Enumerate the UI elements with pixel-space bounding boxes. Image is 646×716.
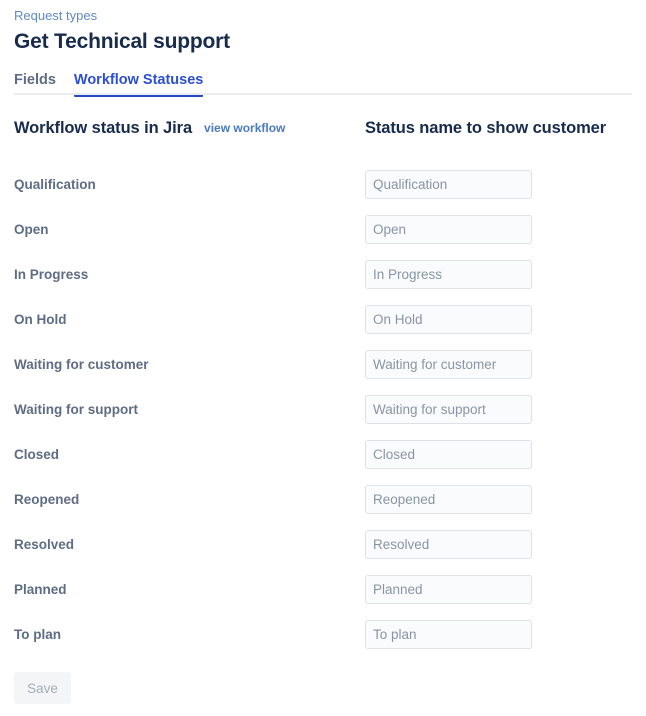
customer-status-name-input[interactable] [365,530,532,559]
customer-status-cell [365,305,632,334]
status-row-list: Qualification Open In Progress On Hold Waiti… [14,162,632,657]
column-header-customer-status-name: Status name to show customer [365,119,607,137]
status-row: Waiting for support [14,387,632,432]
customer-status-cell [365,395,632,424]
status-row: Waiting for customer [14,342,632,387]
jira-status-label: Qualification [14,176,96,192]
status-row: On Hold [14,297,632,342]
jira-status-label: Waiting for customer [14,356,149,372]
customer-status-cell [365,575,632,604]
jira-status-label: Resolved [14,536,75,552]
customer-status-cell [365,530,632,559]
jira-status-label: Closed [14,446,60,462]
status-row: To plan [14,612,632,657]
jira-status-label: Planned [14,581,67,597]
jira-status-label: Open [14,221,49,237]
workflow-status-table: Workflow status in Jira view workflow St… [14,119,632,657]
breadcrumb: Request types [14,0,632,24]
table-header-row: Workflow status in Jira view workflow St… [14,119,632,145]
status-row: Closed [14,432,632,477]
column-header-workflow-status: Workflow status in Jira [14,119,193,137]
jira-status-label: Reopened [14,491,80,507]
customer-status-name-input[interactable] [365,350,532,379]
customer-status-name-input[interactable] [365,215,532,244]
customer-status-cell [365,440,632,469]
status-row: Qualification [14,162,632,207]
form-actions: Save [14,672,632,704]
jira-status-label: Waiting for support [14,401,138,417]
customer-status-cell [365,620,632,649]
customer-status-cell [365,350,632,379]
status-row: Resolved [14,522,632,567]
status-row: Open [14,207,632,252]
workflow-statuses-page: Request types Get Technical support Fiel… [0,0,646,716]
customer-status-name-input[interactable] [365,170,532,199]
status-row: Reopened [14,477,632,522]
save-button[interactable]: Save [14,672,71,704]
customer-status-cell [365,170,632,199]
breadcrumb-link-request-types[interactable]: Request types [14,8,97,23]
table-header-right: Status name to show customer [365,119,632,138]
customer-status-name-input[interactable] [365,575,532,604]
tab-divider [14,93,632,95]
customer-status-cell [365,215,632,244]
customer-status-name-input[interactable] [365,440,532,469]
customer-status-name-input[interactable] [365,305,532,334]
customer-status-cell [365,485,632,514]
customer-status-name-input[interactable] [365,260,532,289]
jira-status-label: On Hold [14,311,67,327]
table-header-left: Workflow status in Jira view workflow [14,119,365,138]
status-row: In Progress [14,252,632,297]
customer-status-cell [365,260,632,289]
jira-status-label: To plan [14,626,61,642]
customer-status-name-input[interactable] [365,620,532,649]
customer-status-name-input[interactable] [365,395,532,424]
customer-status-name-input[interactable] [365,485,532,514]
jira-status-label: In Progress [14,266,89,282]
status-row: Planned [14,567,632,612]
view-workflow-link[interactable]: view workflow [204,121,285,135]
page-title: Get Technical support [14,30,230,53]
